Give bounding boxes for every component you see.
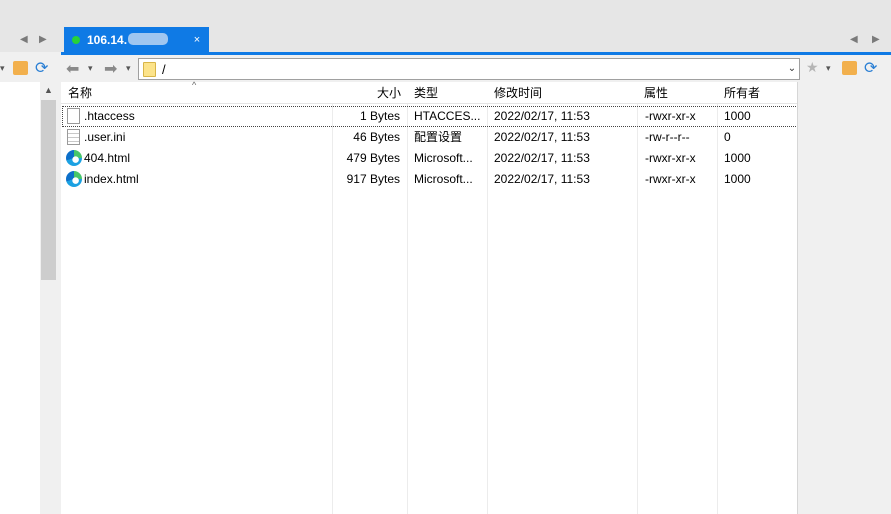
file-owner: 0	[724, 130, 731, 144]
forward-history-dropdown-icon[interactable]: ▾	[126, 63, 131, 74]
back-arrow-icon[interactable]: ⬅	[66, 59, 79, 79]
left-scroll-thumb[interactable]	[41, 100, 56, 280]
file-modified: 2022/02/17, 11:53	[494, 151, 590, 165]
file-type: 配置设置	[414, 130, 463, 144]
file-permissions: -rw-r--r--	[645, 130, 690, 144]
redacted-address	[128, 33, 168, 45]
refresh-icon[interactable]: ⟳	[864, 58, 877, 78]
file-name[interactable]: .user.ini	[84, 127, 324, 148]
file-owner: 1000	[724, 172, 751, 186]
file-name[interactable]: 404.html	[84, 148, 324, 169]
file-owner: 1000	[724, 151, 751, 165]
file-size: 479 Bytes	[346, 151, 400, 165]
tab-close-icon[interactable]: ×	[190, 33, 204, 47]
column-header-type[interactable]: 类型	[414, 86, 438, 100]
left-home-icon[interactable]	[13, 61, 28, 75]
left-refresh-icon[interactable]: ⟳	[35, 58, 48, 78]
column-header-modified[interactable]: 修改时间	[494, 86, 542, 100]
file-icon	[67, 108, 80, 124]
column-header-owner[interactable]: 所有者	[724, 86, 760, 100]
left-file-list[interactable]	[0, 82, 40, 514]
file-owner: 1000	[724, 109, 751, 123]
edge-browser-icon	[66, 171, 82, 187]
connected-status-icon	[72, 35, 80, 44]
file-name[interactable]: .htaccess	[84, 106, 324, 127]
forward-arrow-icon[interactable]: ➡	[104, 59, 117, 79]
file-modified: 2022/02/17, 11:53	[494, 130, 590, 144]
file-permissions: -rwxr-xr-x	[645, 172, 696, 186]
file-size: 917 Bytes	[346, 172, 400, 186]
sort-ascending-icon: ^	[192, 80, 197, 90]
file-type: Microsoft...	[414, 172, 473, 186]
file-permissions: -rwxr-xr-x	[645, 109, 696, 123]
left-tab-scroll-right-icon[interactable]: ▶	[39, 33, 47, 47]
path-input[interactable]	[138, 58, 800, 80]
tab-title: 106.14.	[87, 32, 128, 47]
config-file-icon	[67, 129, 80, 145]
tab-scroll-right-icon[interactable]: ▶	[872, 33, 880, 47]
left-scrollbar[interactable]: ▲	[40, 82, 57, 514]
file-size: 46 Bytes	[353, 130, 400, 144]
back-history-dropdown-icon[interactable]: ▾	[88, 63, 93, 74]
left-tab-strip	[0, 0, 61, 52]
column-header-size[interactable]: 大小	[377, 86, 401, 100]
file-modified: 2022/02/17, 11:53	[494, 172, 590, 186]
file-type: HTACCES...	[414, 109, 481, 123]
column-header-name[interactable]: 名称	[68, 86, 92, 100]
path-dropdown-icon[interactable]: ⌄	[785, 61, 799, 77]
file-modified: 2022/02/17, 11:53	[494, 109, 590, 123]
path-value[interactable]: /	[162, 62, 166, 77]
column-header-attributes[interactable]: 属性	[644, 86, 668, 100]
file-type: Microsoft...	[414, 151, 473, 165]
bookmark-star-icon[interactable]: ★	[806, 59, 819, 76]
file-size: 1 Bytes	[359, 109, 400, 123]
right-pane	[798, 82, 891, 514]
left-tab-scroll-left-icon[interactable]: ◀	[20, 33, 28, 47]
file-permissions: -rwxr-xr-x	[645, 151, 696, 165]
left-dropdown-icon[interactable]: ▾	[0, 63, 5, 74]
home-icon[interactable]	[842, 61, 857, 75]
folder-icon	[143, 62, 156, 77]
left-toolbar	[0, 55, 61, 82]
tab-scroll-left-icon[interactable]: ◀	[850, 33, 858, 47]
edge-browser-icon	[66, 150, 82, 166]
file-name[interactable]: index.html	[84, 169, 324, 190]
scroll-up-icon[interactable]: ▲	[44, 85, 53, 95]
bookmark-dropdown-icon[interactable]: ▾	[826, 63, 831, 74]
